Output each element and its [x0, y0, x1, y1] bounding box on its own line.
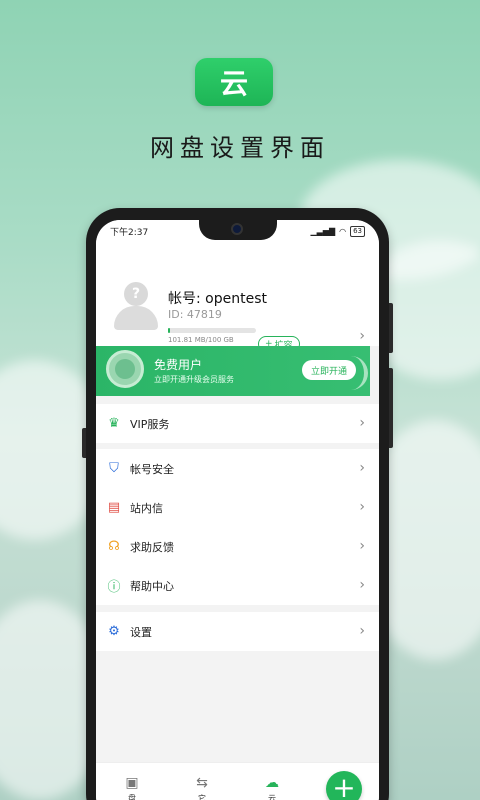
menu-item-help[interactable]: ⓘ 帮助中心 › [96, 566, 379, 605]
vip-banner[interactable]: 免费用户 立即开通升级会员服务 立即开通 [96, 346, 370, 396]
add-button[interactable]: + [326, 771, 362, 800]
battery-icon: 63 [350, 225, 365, 237]
vip-subtitle: 立即开通升级会员服务 [154, 375, 234, 384]
phone-frame: 下午2:37 ▁▃▅▇ ◠ 63 ? 帐号: opentest ID: 4781… [82, 208, 393, 800]
chevron-right-icon: › [359, 460, 365, 476]
app-logo: 云 [195, 58, 273, 106]
menu-group-main: ⛉ 帐号安全 › ▤ 站内信 › ☊ 求助反馈 › ⓘ 帮助中心 › [96, 449, 379, 605]
chevron-right-icon: › [359, 577, 365, 593]
chevron-right-icon: › [359, 538, 365, 554]
chevron-right-icon: › [359, 623, 365, 639]
menu-item-vip[interactable]: ♛ VIP服务 › [96, 404, 379, 443]
menu-item-messages[interactable]: ▤ 站内信 › [96, 488, 379, 527]
message-icon: ▤ [107, 500, 121, 515]
profile-card[interactable]: ? 帐号: opentest ID: 47819 101.81 MB/100 G… [96, 242, 379, 352]
disk-icon: ▣ [125, 775, 139, 791]
tab-disk[interactable]: ▣ 盘 [112, 775, 152, 800]
page-headline: 网盘设置界面 [150, 134, 330, 162]
tab-transfer[interactable]: ⇆ 它 [182, 775, 222, 800]
shield-icon: ⛉ [109, 461, 119, 476]
account-id: ID: 47819 [168, 308, 222, 321]
status-time: 下午2:37 [110, 227, 149, 238]
gear-icon: ⚙ [108, 624, 120, 639]
member-badge-icon [106, 350, 144, 388]
vip-title: 免费用户 [154, 358, 203, 372]
crown-icon: ♛ [108, 416, 120, 431]
account-name: 帐号: opentest [168, 291, 267, 307]
wifi-icon: ◠ [339, 226, 347, 236]
menu-group-settings: ⚙ 设置 › [96, 612, 379, 651]
storage-usage: 101.81 MB/100 GB [168, 336, 234, 344]
menu-group-vip: ♛ VIP服务 › [96, 404, 379, 443]
activate-vip-button[interactable]: 立即开通 [302, 360, 356, 380]
menu-item-security[interactable]: ⛉ 帐号安全 › [96, 449, 379, 488]
menu-item-feedback[interactable]: ☊ 求助反馈 › [96, 527, 379, 566]
tab-cloud[interactable]: ☁ 云 [252, 775, 292, 800]
phone-screen: 下午2:37 ▁▃▅▇ ◠ 63 ? 帐号: opentest ID: 4781… [96, 220, 379, 800]
chevron-right-icon: › [359, 499, 365, 515]
cloud-icon: ☁ [265, 775, 279, 791]
bottom-tab-bar: ▣ 盘 ⇆ 它 ☁ 云 + [96, 762, 379, 800]
storage-progress-bar [168, 328, 256, 333]
camera-icon [231, 223, 243, 235]
menu-item-settings[interactable]: ⚙ 设置 › [96, 612, 379, 651]
avatar[interactable]: ? [114, 282, 158, 330]
transfer-icon: ⇆ [196, 775, 208, 791]
headset-icon: ☊ [108, 539, 120, 554]
help-icon: ⓘ [107, 580, 121, 595]
chevron-right-icon: › [359, 415, 365, 431]
signal-icon: ▁▃▅▇ [310, 226, 336, 236]
chevron-right-icon: › [359, 328, 365, 344]
